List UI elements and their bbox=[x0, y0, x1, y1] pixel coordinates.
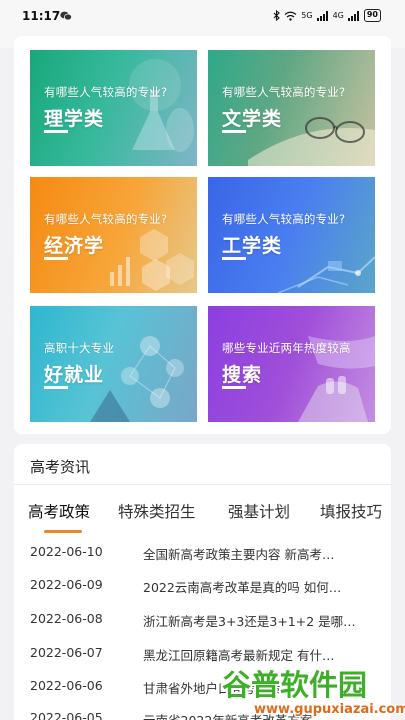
signal-icon-1 bbox=[316, 10, 328, 21]
title-underline bbox=[222, 257, 246, 260]
divider bbox=[14, 484, 391, 485]
site-watermark: 谷普软件园 www.gupuxiazai.com bbox=[222, 662, 405, 720]
watermark-brand: 谷普软件园 bbox=[222, 668, 368, 702]
title-underline bbox=[44, 386, 68, 389]
news-date: 2022-06-05 bbox=[30, 710, 103, 720]
title-underline bbox=[44, 130, 68, 133]
news-section-title: 高考资讯 bbox=[30, 458, 91, 476]
news-date: 2022-06-06 bbox=[30, 678, 103, 693]
major-question: 高职十大专业 bbox=[44, 341, 115, 355]
tab-strong-foundation[interactable]: 强基计划 bbox=[228, 500, 290, 522]
watermark-url: www.gupuxiazai.com bbox=[254, 702, 405, 717]
title-underline bbox=[44, 257, 68, 260]
major-title: 经济学 bbox=[44, 235, 105, 257]
major-title: 理学类 bbox=[44, 108, 105, 130]
battery-indicator: 90 bbox=[363, 9, 381, 22]
major-tile-science[interactable]: 有哪些人气较高的专业? 理学类 bbox=[30, 50, 197, 166]
news-date: 2022-06-08 bbox=[30, 611, 103, 626]
wechat-icon bbox=[60, 11, 72, 21]
wifi-icon bbox=[284, 11, 297, 21]
news-headline: 浙江新高考是3+3还是3+1+2 是哪… bbox=[143, 614, 356, 629]
majors-card: 有哪些人气较高的专业? 理学类 有哪些人气较高的专业? 文学类 有哪些人气较高的… bbox=[14, 36, 391, 434]
news-tabs: 高考政策 特殊类招生 强基计划 填报技巧 bbox=[14, 500, 391, 534]
network-type-2: 4G bbox=[332, 11, 344, 20]
news-date: 2022-06-07 bbox=[30, 645, 103, 660]
bluetooth-icon bbox=[273, 10, 281, 21]
major-tile-search[interactable]: 哪些专业近两年热度较高 搜索 bbox=[208, 306, 375, 422]
signal-icon-2 bbox=[347, 10, 359, 21]
news-list-item[interactable]: 2022-06-09 2022云南高考改革是真的吗 如何… bbox=[14, 577, 391, 606]
news-date: 2022-06-09 bbox=[30, 577, 103, 592]
major-question: 有哪些人气较高的专业? bbox=[44, 212, 168, 226]
status-indicators: 5G 4G 90 bbox=[273, 9, 381, 22]
title-underline bbox=[222, 130, 246, 133]
status-time: 11:17 bbox=[22, 9, 61, 23]
major-title: 工学类 bbox=[222, 235, 283, 257]
status-bar: 11:17 5G 4G 90 bbox=[0, 0, 405, 32]
tab-special-admission[interactable]: 特殊类招生 bbox=[118, 500, 196, 522]
news-list-item[interactable]: 2022-06-10 全国新高考政策主要内容 新高考… bbox=[14, 544, 391, 573]
news-headline: 全国新高考政策主要内容 新高考… bbox=[143, 547, 335, 562]
news-headline: 2022云南高考改革是真的吗 如何… bbox=[143, 580, 342, 595]
tab-gaokao-policy[interactable]: 高考政策 bbox=[28, 500, 90, 522]
major-title: 文学类 bbox=[222, 108, 283, 130]
news-list-item[interactable]: 2022-06-08 浙江新高考是3+3还是3+1+2 是哪… bbox=[14, 611, 391, 640]
network-type-1: 5G bbox=[301, 11, 313, 20]
major-tile-economics[interactable]: 有哪些人气较高的专业? 经济学 bbox=[30, 177, 197, 293]
major-title: 搜索 bbox=[222, 364, 263, 386]
major-tile-vocational[interactable]: 高职十大专业 好就业 bbox=[30, 306, 197, 422]
major-title: 好就业 bbox=[44, 364, 105, 386]
news-date: 2022-06-10 bbox=[30, 544, 103, 559]
major-tile-engineering[interactable]: 有哪些人气较高的专业? 工学类 bbox=[208, 177, 375, 293]
major-question: 有哪些人气较高的专业? bbox=[222, 212, 346, 226]
major-question: 哪些专业近两年热度较高 bbox=[222, 341, 351, 355]
active-tab-indicator bbox=[44, 530, 82, 533]
tab-application-tips[interactable]: 填报技巧 bbox=[320, 500, 382, 522]
title-underline bbox=[222, 386, 246, 389]
major-tile-literature[interactable]: 有哪些人气较高的专业? 文学类 bbox=[208, 50, 375, 166]
major-question: 有哪些人气较高的专业? bbox=[44, 85, 168, 99]
major-question: 有哪些人气较高的专业? bbox=[222, 85, 346, 99]
